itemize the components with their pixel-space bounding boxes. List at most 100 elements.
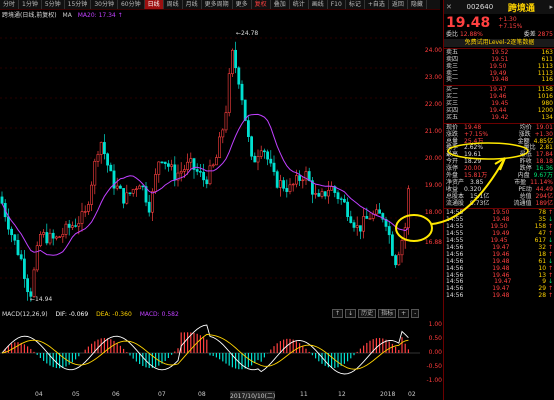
period-tab[interactable]: 分时 [0, 0, 20, 9]
candle-body [397, 254, 401, 266]
ask-row[interactable]: 卖一 19.48 116 [444, 77, 554, 84]
candle-body [64, 223, 68, 235]
period-tab[interactable]: 月线 [183, 0, 202, 9]
price-axis: 24.00 23.00 22.00 21.00 20.00 19.00 18.00 16.88 [420, 18, 442, 308]
candle-body [183, 169, 186, 172]
price-tick: 19.00 [424, 182, 442, 190]
period-tab[interactable]: 更多周期 [202, 0, 233, 9]
stats-table: 现价 19.48 均价 19.01 涨跌 +7.15% 涨跌 +1.30 总量 25.4万 金额 4.… [444, 124, 554, 208]
candle-body [138, 185, 142, 190]
dif-value: DIF: -0.069 [55, 311, 89, 318]
stat-row: 流通股 9.73亿 流通值 189亿 [446, 199, 553, 207]
level-volume: 116 [541, 76, 553, 84]
candle-body [208, 165, 212, 185]
candle-body [119, 185, 122, 189]
price-tick: 18.00 [424, 209, 442, 217]
candle-body [154, 174, 158, 192]
period-tab[interactable]: 1分钟 [19, 0, 42, 9]
chart-button[interactable]: ↓ [345, 309, 357, 318]
period-tab[interactable]: 30分钟 [91, 0, 118, 9]
tool-tab[interactable]: 复权 [252, 0, 271, 9]
candle-body [74, 225, 78, 227]
period-tab[interactable]: 日线 [144, 0, 164, 9]
candle-body [294, 175, 298, 185]
date-tick: 06 [112, 391, 120, 398]
candle-body [368, 218, 372, 220]
candle-body [275, 171, 279, 188]
candle-body [106, 153, 110, 166]
hide-button[interactable]: 隐藏 [408, 0, 427, 9]
candle-body [349, 216, 353, 223]
candlestick-chart[interactable] [0, 18, 440, 308]
bid-row[interactable]: 买五 19.42 134 [444, 114, 554, 122]
close-icon[interactable]: ✕ [446, 3, 452, 11]
period-tab[interactable]: 15分钟 [65, 0, 92, 9]
candle-body [199, 171, 202, 173]
date-axis: 0405060708092017/10/10(二)1112201802 [0, 390, 440, 400]
candle-body [314, 193, 318, 195]
tool-tab[interactable]: 叠加 [271, 0, 290, 9]
tool-tab[interactable]: +自选 [365, 0, 389, 9]
chart-button[interactable]: ↑ [332, 309, 344, 318]
candle-body [285, 188, 289, 192]
candle-body [237, 67, 241, 85]
tool-tab[interactable]: 画线 [309, 0, 328, 9]
chart-buttons: ↑ ↓ 历史 指标 + - [332, 309, 420, 318]
candle-body [93, 160, 97, 186]
period-tab[interactable]: 更多 [233, 0, 252, 9]
candle-body [135, 188, 138, 190]
candle-body [96, 154, 100, 162]
tool-tab[interactable]: 返回 [389, 0, 408, 9]
expand-icon[interactable]: ▸ [549, 3, 553, 11]
period-tab[interactable]: 周线 [164, 0, 183, 9]
tool-tab[interactable]: 标记 [346, 0, 365, 9]
period-tab[interactable]: 60分钟 [118, 0, 145, 9]
candle-body [374, 209, 378, 215]
date-tick: 11 [300, 391, 308, 398]
candle-body [272, 162, 276, 172]
candle-body [19, 254, 23, 260]
candle-body [58, 236, 62, 238]
chart-button[interactable]: + [398, 309, 410, 318]
chart-button[interactable]: 历史 [358, 309, 377, 318]
candle-body [362, 216, 366, 232]
candle-body [218, 136, 222, 158]
period-tab[interactable]: 5分钟 [42, 0, 65, 9]
candle-body [221, 129, 225, 138]
macd-chart[interactable] [0, 318, 440, 388]
price-tick: 23.00 [424, 73, 442, 81]
candle-body [378, 209, 382, 214]
candle-body [167, 163, 170, 167]
candle-body [266, 151, 270, 160]
dea-value: DEA: -0.360 [96, 311, 132, 318]
candle-body [253, 155, 257, 163]
candle-body [394, 255, 398, 266]
date-tick: 2018 [380, 391, 396, 398]
stock-code: 002640 [466, 3, 494, 11]
tool-tab[interactable]: F10 [328, 0, 346, 9]
chart-button[interactable]: - [411, 309, 420, 318]
candle-body [109, 164, 113, 172]
candle-body [202, 171, 206, 181]
candle-body [122, 188, 126, 204]
macd-tick: -1.00 [426, 377, 442, 384]
tool-tab[interactable]: 统计 [290, 0, 309, 9]
candle-body [195, 169, 199, 172]
level2-link[interactable]: 免费试用Level-2逐笔数据 [444, 38, 554, 47]
candle-body [330, 186, 334, 191]
price-tick: 22.00 [424, 100, 442, 108]
candle-body [288, 184, 292, 192]
candle-body [224, 112, 228, 131]
tick-row: 14:56 19.48 28 ↑ [446, 292, 553, 300]
candle-body [298, 175, 302, 181]
tick-list: 14:55 19.50 78 ↑ 14:55 19.48 35 ↓ 14:55 19.50 15… [444, 210, 554, 300]
chart-button[interactable]: 指标 [378, 309, 397, 318]
quote-panel: ✕ 002640 跨境通 ▸ 19.48 +1.30 +7.15% 委比 12.… [443, 0, 554, 400]
candle-body [227, 73, 231, 113]
candle-body [250, 136, 254, 157]
candle-body [61, 234, 65, 238]
date-tick: 08 [198, 391, 206, 398]
level-label: 卖一 [446, 76, 459, 84]
candle-body [301, 179, 305, 182]
candle-body [400, 240, 404, 256]
